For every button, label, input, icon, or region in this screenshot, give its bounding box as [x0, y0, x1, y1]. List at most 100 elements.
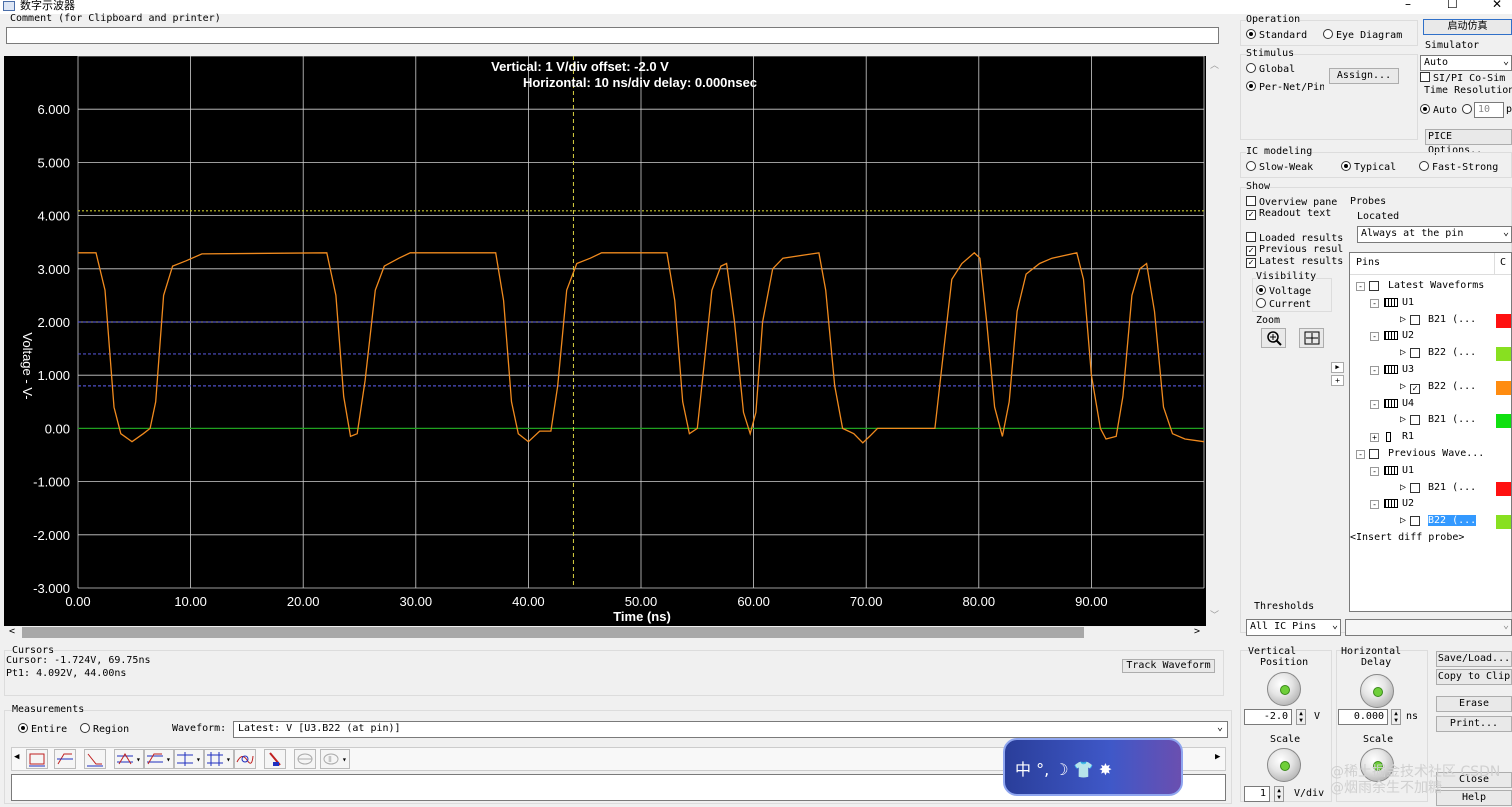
ime-toolbar[interactable]: 中 °, ☽ 👕 ✸	[1003, 738, 1183, 796]
measure-marker-icon[interactable]	[264, 749, 286, 769]
vertical-scale-spinner[interactable]: ▲ ▼	[1274, 786, 1284, 802]
zoom-in-icon[interactable]	[1261, 328, 1286, 348]
scroll-down-arrow[interactable]: ﹀	[1210, 608, 1219, 621]
horizontal-delay-knob[interactable]	[1360, 674, 1394, 708]
readout-text-checkbox[interactable]: ✓ Readout text	[1246, 208, 1331, 220]
group-checkbox[interactable]	[1369, 281, 1379, 291]
entire-radio[interactable]: Entire	[18, 723, 67, 735]
measure-disabled-icon[interactable]	[294, 749, 316, 769]
pin-checkbox[interactable]	[1410, 482, 1420, 493]
loaded-results-checkbox[interactable]: Loaded results	[1246, 232, 1343, 244]
tree-row[interactable]: ▷ B21 (...	[1350, 313, 1511, 329]
collapse-icon[interactable]: -	[1356, 282, 1365, 291]
latest-results-checkbox[interactable]: ✓ Latest results	[1246, 256, 1346, 268]
pin-checkbox[interactable]	[1410, 415, 1420, 426]
standard-radio[interactable]: Standard	[1246, 29, 1307, 41]
tree-row[interactable]: - Previous Wave...	[1350, 447, 1484, 463]
time-res-input[interactable]: 10	[1474, 102, 1504, 118]
overview-pane-checkbox[interactable]: Overview pane	[1246, 196, 1337, 208]
previous-results-checkbox[interactable]: ✓ Previous resul	[1246, 244, 1344, 256]
fast-strong-radio[interactable]: Fast-Strong	[1419, 161, 1498, 173]
track-waveform-button[interactable]: Track Waveform	[1122, 659, 1215, 673]
simulator-select[interactable]: Auto ⌄	[1420, 55, 1512, 71]
located-select[interactable]: Always at the pin ⌄	[1357, 226, 1512, 243]
add-probe-icon[interactable]: +	[1331, 375, 1344, 386]
vertical-scale-input[interactable]: 1	[1244, 786, 1270, 802]
thresholds-secondary-select[interactable]: ⌄	[1345, 619, 1512, 636]
erase-button[interactable]: Erase	[1436, 696, 1512, 712]
per-net-radio[interactable]: Per-Net/Pin	[1246, 81, 1324, 93]
time-res-auto-radio[interactable]: Auto	[1420, 104, 1457, 116]
maximize-button[interactable]: ☐	[1447, 0, 1458, 11]
region-radio[interactable]: Region	[80, 723, 129, 735]
probes-tree[interactable]: Pins C - Latest Waveforms - U1 ▷ B21 (... - U2 ▷…	[1349, 252, 1512, 612]
horizontal-scrollbar[interactable]: < >	[4, 626, 1206, 639]
group-checkbox[interactable]	[1369, 449, 1379, 459]
tree-row[interactable]: ▷ B22 (...	[1350, 346, 1511, 362]
vertical-position-spinner[interactable]: ▲ ▼	[1296, 709, 1306, 725]
scroll-up-arrow[interactable]: ︿	[1210, 58, 1219, 71]
measure-level-icon[interactable]: ▾	[174, 749, 204, 769]
scope-display[interactable]: 6.000 5.000 4.000 3.000 2.000 1.000 0.00 -1.000…	[4, 55, 1206, 626]
collapse-icon[interactable]: -	[1370, 466, 1379, 476]
measure-crossing-icon[interactable]: ▾	[114, 749, 144, 769]
measure-skew-icon[interactable]: ▾	[204, 749, 234, 769]
color-swatch[interactable]	[1496, 414, 1511, 429]
pin-checkbox[interactable]	[1410, 348, 1420, 359]
current-radio[interactable]: Current	[1256, 298, 1311, 310]
vertical-position-input[interactable]: -2.0	[1244, 709, 1292, 725]
spice-options-button[interactable]: PICE Options..	[1425, 129, 1512, 156]
comment-input[interactable]	[6, 27, 1219, 44]
measure-period-icon[interactable]	[26, 749, 48, 769]
measure-fall-icon[interactable]	[84, 749, 106, 769]
expand-arrow-icon[interactable]: ▶	[1331, 362, 1344, 373]
tree-row[interactable]: ▷ B22 (...	[1350, 514, 1511, 530]
waveform-select[interactable]: Latest: V [U3.B22 (at pin)] ⌄	[233, 721, 1228, 738]
tree-row[interactable]: ▷ ✓ B22 (...	[1350, 380, 1511, 396]
tree-row[interactable]: ▷ B21 (...	[1350, 481, 1511, 497]
measure-diff-icon[interactable]: Ⅱ ▾	[320, 749, 350, 769]
pin-checkbox[interactable]: ✓	[1410, 383, 1420, 394]
measure-overshoot-icon[interactable]: ▾	[144, 749, 174, 769]
print-button[interactable]: Print...	[1436, 716, 1512, 732]
measure-eye-icon[interactable]	[234, 749, 256, 769]
collapse-icon[interactable]: -	[1370, 298, 1379, 308]
collapse-icon[interactable]: -	[1370, 399, 1379, 409]
waveform-plot[interactable]: 6.000 5.000 4.000 3.000 2.000 1.000 0.00 -1.000…	[4, 55, 1206, 626]
sipi-cosim-checkbox[interactable]: SI/PI Co-Sim	[1420, 72, 1505, 84]
copy-to-clipboard-button[interactable]: Copy to Clip	[1436, 669, 1512, 685]
eye-diagram-radio[interactable]: Eye Diagram	[1323, 29, 1402, 41]
color-swatch[interactable]	[1496, 515, 1511, 530]
scroll-left-arrow[interactable]: <	[9, 626, 15, 637]
vertical-position-knob[interactable]	[1267, 672, 1301, 706]
collapse-icon[interactable]: -	[1356, 450, 1365, 459]
tree-row[interactable]: ▷ B21 (...	[1350, 413, 1511, 429]
scroll-thumb[interactable]	[22, 627, 1084, 638]
close-window-button[interactable]: ✕	[1492, 0, 1502, 11]
global-radio[interactable]: Global	[1246, 63, 1295, 75]
assign-button[interactable]: Assign...	[1329, 68, 1399, 84]
zoom-fit-icon[interactable]	[1299, 328, 1324, 348]
scroll-right-arrow[interactable]: >	[1194, 626, 1200, 637]
horizontal-delay-spinner[interactable]: ▲ ▼	[1391, 709, 1401, 725]
pin-checkbox[interactable]	[1410, 516, 1420, 527]
vertical-scale-knob[interactable]	[1267, 748, 1301, 782]
slow-weak-radio[interactable]: Slow-Weak	[1246, 161, 1313, 173]
color-swatch[interactable]	[1496, 313, 1511, 328]
toolbar-right-arrow[interactable]: ▶	[1215, 752, 1220, 762]
start-simulation-button[interactable]: 启动仿真	[1423, 19, 1512, 35]
collapse-icon[interactable]: -	[1370, 332, 1379, 342]
collapse-icon[interactable]: -	[1370, 500, 1379, 510]
color-swatch[interactable]	[1496, 347, 1511, 362]
horizontal-delay-input[interactable]: 0.000	[1338, 709, 1388, 725]
typical-radio[interactable]: Typical	[1341, 161, 1396, 173]
collapse-icon[interactable]: -	[1370, 366, 1379, 375]
toolbar-left-arrow[interactable]: ◀	[14, 752, 19, 762]
save-load-button[interactable]: Save/Load...	[1436, 651, 1512, 667]
pin-checkbox[interactable]	[1410, 314, 1420, 325]
minimize-button[interactable]: –	[1405, 0, 1411, 11]
voltage-radio[interactable]: Voltage	[1256, 285, 1311, 297]
thresholds-select[interactable]: All IC Pins ⌄	[1246, 619, 1341, 636]
expand-icon[interactable]: +	[1370, 433, 1379, 443]
measure-rise-icon[interactable]	[54, 749, 76, 769]
